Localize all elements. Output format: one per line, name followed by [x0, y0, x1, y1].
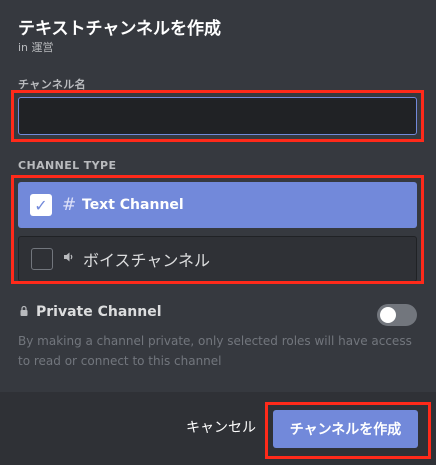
highlight-channel-type — [11, 175, 424, 284]
channel-type-label: CHANNEL TYPE — [18, 159, 117, 172]
modal-title: テキストチャンネルを作成 — [18, 19, 221, 39]
private-channel-toggle[interactable] — [377, 304, 417, 326]
private-channel-description: By making a channel private, only select… — [18, 334, 412, 368]
highlight-channel-name — [11, 90, 424, 142]
highlight-create-button — [265, 402, 431, 459]
create-channel-modal: テキストチャンネルを作成 in 運営 チャンネル名 CHANNEL TYPE ✓… — [0, 0, 436, 465]
toggle-knob — [380, 307, 396, 323]
lock-icon — [20, 305, 28, 316]
modal-subtitle: in 運営 — [18, 41, 54, 54]
private-channel-label: Private Channel — [36, 304, 162, 320]
cancel-button[interactable]: キャンセル — [186, 417, 256, 437]
